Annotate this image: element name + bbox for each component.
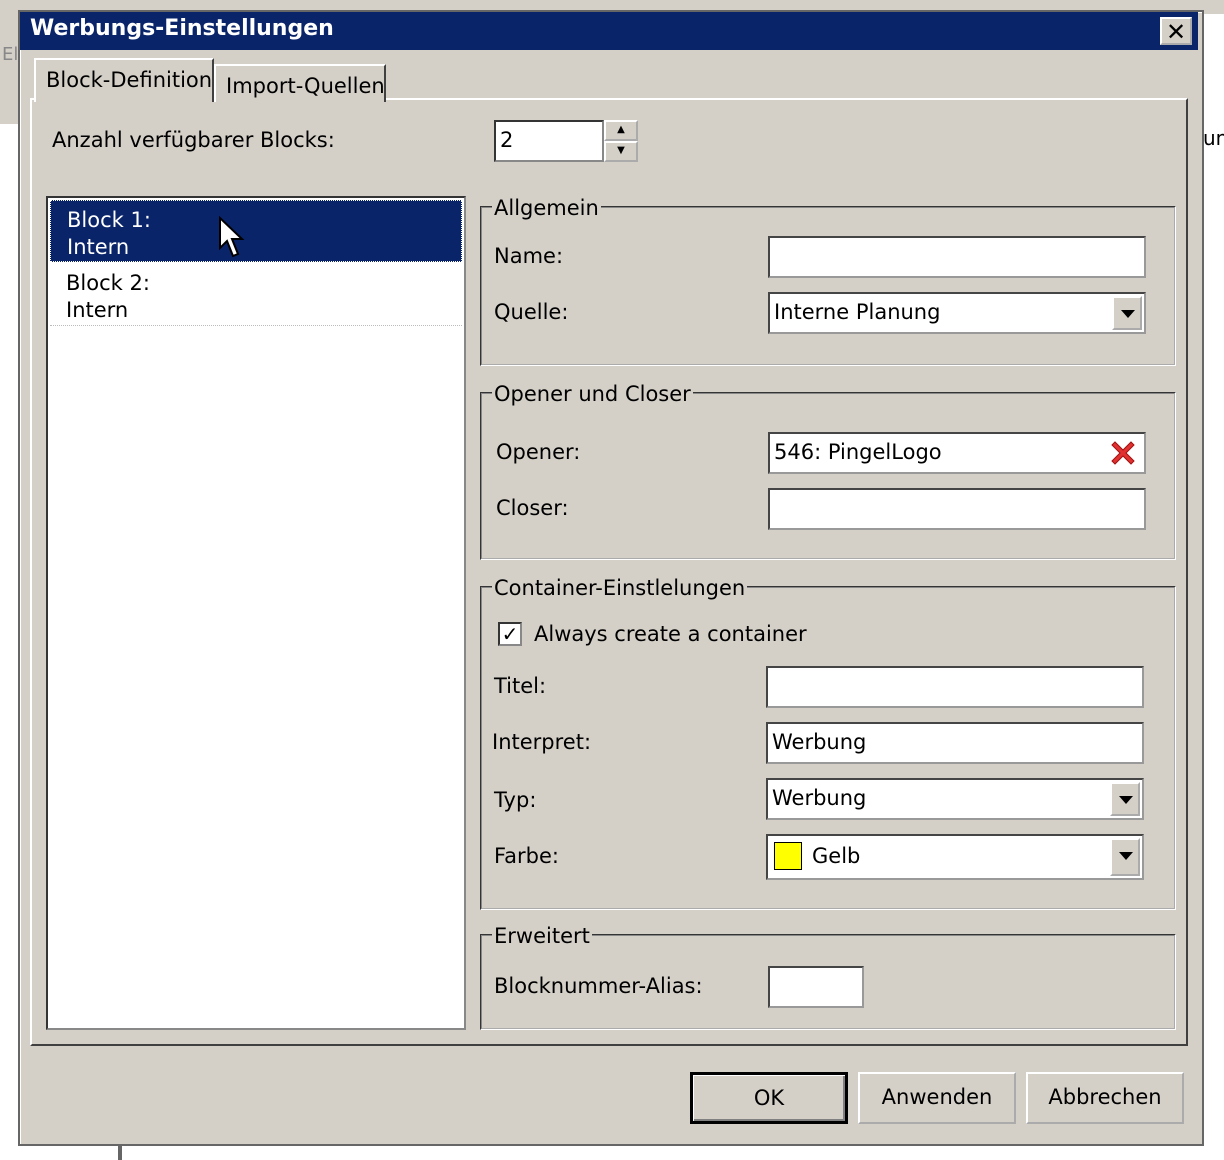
blocks-count-input[interactable]: 2	[494, 120, 604, 162]
name-label: Name:	[494, 244, 564, 268]
farbe-label: Farbe:	[494, 844, 559, 868]
spin-up-button[interactable]: ▲	[604, 120, 638, 141]
mouse-pointer-icon	[219, 216, 245, 258]
dialog-title: Werbungs-Einstellungen	[30, 16, 334, 41]
block-item-title: Block 2:	[66, 271, 150, 295]
close-icon: ✕	[1165, 18, 1187, 46]
apply-button[interactable]: Anwenden	[858, 1072, 1016, 1124]
blocks-count-spinner: ▲ ▼	[604, 120, 638, 162]
block-list-item[interactable]: Block 1: Intern	[50, 200, 462, 262]
group-opener-closer-legend: Opener und Closer	[492, 382, 693, 406]
alias-input[interactable]	[768, 966, 864, 1008]
farbe-value: Gelb	[812, 844, 861, 868]
dropdown-arrow-icon[interactable]	[1112, 296, 1142, 330]
dropdown-arrow-icon[interactable]	[1110, 838, 1140, 876]
background-app-right-text: un	[1203, 126, 1224, 150]
interpret-input[interactable]: Werbung	[766, 722, 1144, 764]
tab-label: Import-Quellen	[226, 74, 385, 98]
checkmark-icon: ✓	[501, 622, 519, 646]
group-opener-closer	[480, 392, 1176, 560]
quelle-value: Interne Planung	[774, 300, 941, 324]
opener-label: Opener:	[496, 440, 581, 464]
spin-down-button[interactable]: ▼	[604, 141, 638, 162]
block-item-type: Intern	[67, 235, 130, 259]
farbe-dropdown[interactable]: Gelb	[766, 834, 1144, 880]
closer-label: Closer:	[496, 496, 569, 520]
alias-label: Blocknummer-Alias:	[494, 974, 703, 998]
titel-input[interactable]	[766, 666, 1144, 708]
always-create-label: Always create a container	[534, 622, 807, 646]
block-item-title: Block 1:	[67, 208, 151, 232]
quelle-label: Quelle:	[494, 300, 569, 324]
ok-button[interactable]: OK	[690, 1072, 848, 1124]
group-allgemein	[480, 206, 1176, 366]
remove-icon[interactable]	[1108, 438, 1138, 468]
tab-label: Block-Definition	[46, 68, 213, 92]
block-list-item[interactable]: Block 2: Intern	[50, 264, 462, 326]
typ-label: Typ:	[494, 788, 537, 812]
color-swatch	[774, 842, 802, 870]
typ-value: Werbung	[772, 786, 867, 810]
background-app-left-text: El	[2, 44, 19, 65]
closer-input[interactable]	[768, 488, 1146, 530]
always-create-checkbox[interactable]: ✓	[498, 622, 522, 646]
interpret-label: Interpret:	[492, 730, 592, 754]
group-allgemein-legend: Allgemein	[492, 196, 601, 220]
close-button[interactable]: ✕	[1160, 17, 1192, 45]
group-erweitert-legend: Erweitert	[492, 924, 592, 948]
opener-field[interactable]: 546: PingelLogo	[768, 432, 1146, 474]
opener-value: 546: PingelLogo	[774, 440, 942, 464]
block-list[interactable]: Block 1: Intern Block 2: Intern	[46, 196, 466, 1030]
cancel-button[interactable]: Abbrechen	[1026, 1072, 1184, 1124]
dropdown-arrow-icon[interactable]	[1110, 782, 1140, 816]
tab-import-quellen[interactable]: Import-Quellen	[214, 64, 386, 102]
name-input[interactable]	[768, 236, 1146, 278]
block-item-type: Intern	[66, 298, 129, 322]
blocks-count-label: Anzahl verfügbarer Blocks:	[52, 128, 335, 152]
background-app-left-lower	[0, 124, 20, 1124]
tab-block-definition[interactable]: Block-Definition	[34, 58, 214, 102]
titel-label: Titel:	[494, 674, 547, 698]
quelle-dropdown[interactable]: Interne Planung	[768, 292, 1146, 334]
typ-dropdown[interactable]: Werbung	[766, 778, 1144, 820]
group-container-legend: Container-Einstlelungen	[492, 576, 748, 600]
